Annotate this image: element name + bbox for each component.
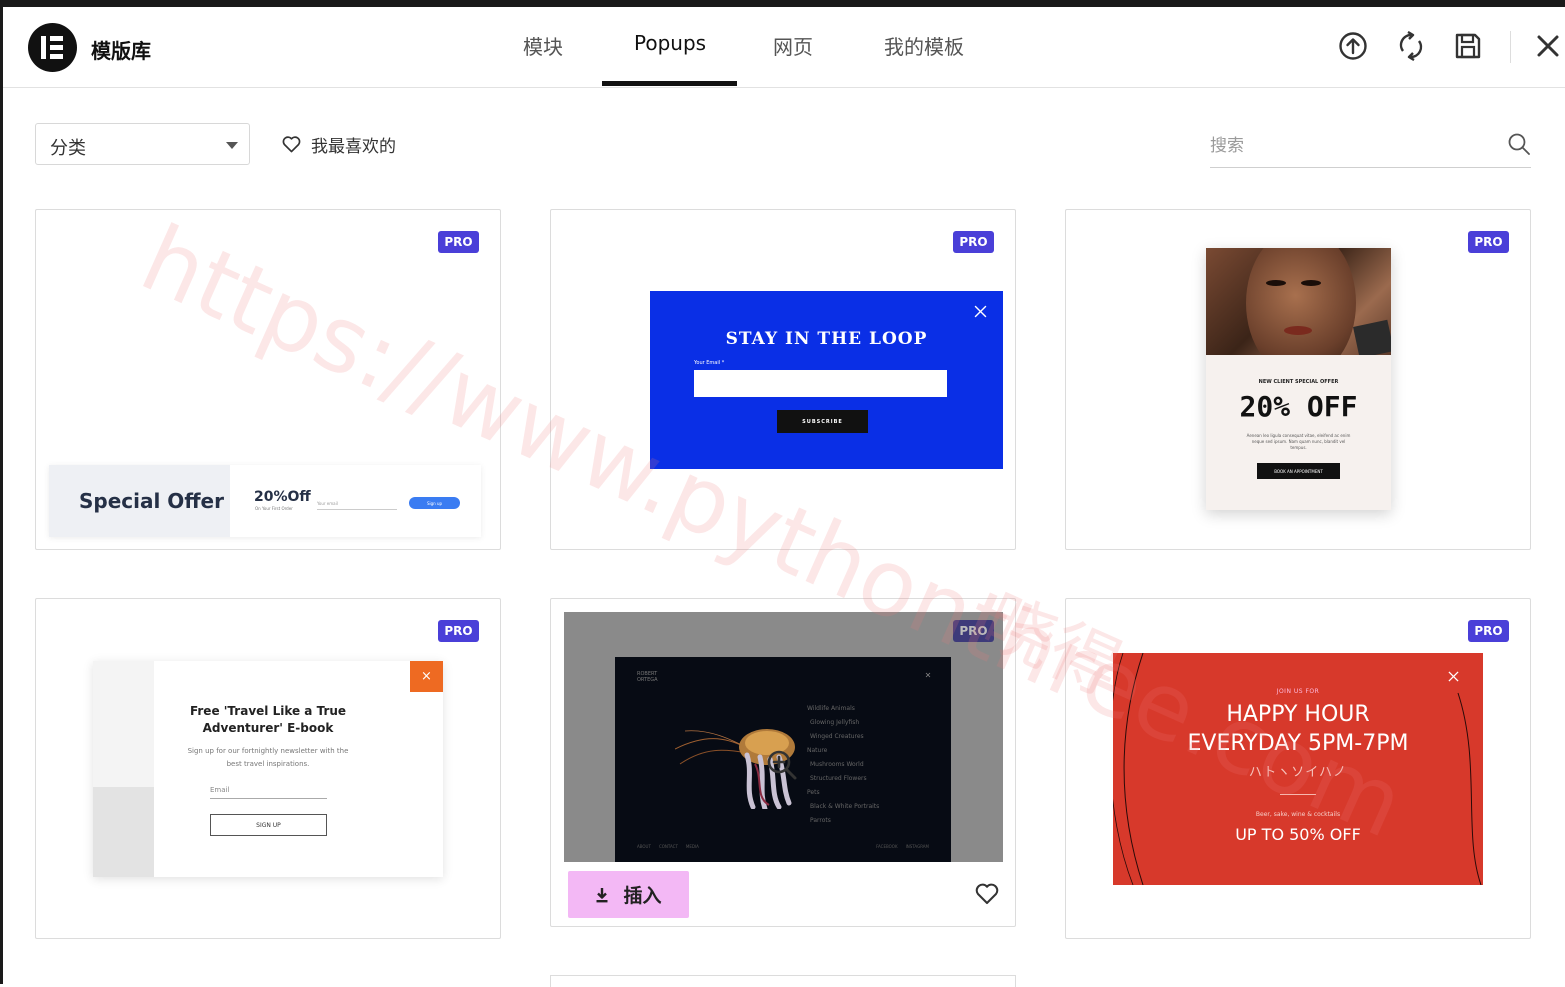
window-left-border	[0, 7, 3, 984]
chevron-down-icon	[226, 142, 238, 149]
template-card-special-offer[interactable]: PRO Special Offer 20%Off On Your First O…	[35, 209, 501, 550]
preview-menu: Wildlife Animals Glowing Jellyfish Winge…	[807, 705, 880, 824]
preview-footer-right: FACEBOOK INSTAGRAM	[876, 844, 929, 849]
favorites-filter[interactable]: 我最喜欢的	[282, 132, 396, 157]
preview-sub: Beer, sake, wine & cocktails	[1255, 811, 1341, 818]
preview-button: SIGN UP	[210, 814, 327, 836]
download-icon	[596, 887, 608, 902]
upload-icon[interactable]	[1336, 29, 1370, 63]
tab-my-templates[interactable]: 我的模板	[884, 31, 964, 60]
library-title: 模版库	[91, 39, 151, 63]
elementor-logo-icon	[28, 23, 77, 72]
portrait-image	[1206, 248, 1391, 355]
pro-badge: PRO	[1468, 620, 1509, 642]
preview-offer: UP TO 50% OFF	[1235, 825, 1361, 844]
preview-title: 20% OFF	[1239, 390, 1358, 423]
preview-kicker: NEW CLIENT SPECIAL OFFER	[1258, 379, 1339, 385]
pro-badge: PRO	[438, 620, 479, 642]
active-tab-indicator	[602, 81, 737, 86]
preview-discount: 20%Off	[254, 489, 311, 505]
save-icon[interactable]	[1451, 29, 1485, 63]
red-popup-preview: JOIN US FOR HAPPY HOUR EVERYDAY 5PM-7PM …	[1113, 653, 1483, 885]
tab-blocks[interactable]: 模块	[523, 31, 563, 60]
preview-body: Aenean leo ligula consequat vitae, eleif…	[1246, 433, 1351, 450]
close-icon	[974, 305, 987, 318]
preview-brand: ROBERT ORTEGA	[637, 671, 658, 683]
sync-icon[interactable]	[1394, 29, 1428, 63]
search-icon[interactable]	[1507, 132, 1531, 156]
insert-label: 插入	[623, 885, 662, 907]
tab-popups[interactable]: Popups	[634, 31, 706, 55]
zoom-in-icon[interactable]	[766, 749, 798, 781]
blue-popup-preview: STAY IN THE LOOP Your Email * SUBSCRIBE	[650, 291, 1003, 469]
favorites-label: 我最喜欢的	[311, 136, 396, 157]
dark-gallery-preview: PRO ROBERT ORTEGA Wildlife Animals Glowi…	[564, 612, 1003, 862]
close-icon	[1448, 671, 1459, 682]
preview-input-hint: Your email	[317, 501, 338, 506]
search-box	[1210, 126, 1531, 168]
pro-badge: PRO	[953, 231, 994, 253]
template-card-happy-hour[interactable]: PRO JOIN US FOR HAPPY HOUR EVERYDAY 5PM-…	[1065, 598, 1531, 939]
pro-badge: PRO	[953, 620, 994, 642]
special-offer-preview: Special Offer 20%Off On Your First Order…	[49, 465, 481, 537]
preview-footer-left: ABOUT CONTACT MEDIA	[637, 844, 699, 849]
library-header: 模版库 模块 Popups 网页 我的模板	[3, 7, 1565, 88]
category-select[interactable]: 分类	[35, 123, 250, 165]
search-input[interactable]	[1210, 132, 1490, 160]
preview-title-line1: HAPPY HOUR	[1226, 702, 1370, 727]
pro-badge: PRO	[438, 231, 479, 253]
template-card-robert-ortega[interactable]: PRO ROBERT ORTEGA Wildlife Animals Glowi…	[550, 598, 1016, 927]
template-card-partial[interactable]	[550, 975, 1016, 987]
preview-kicker: JOIN US FOR	[1276, 688, 1320, 695]
tab-pages[interactable]: 网页	[773, 31, 813, 60]
close-icon[interactable]	[1531, 29, 1565, 63]
category-select-value: 分类	[50, 138, 86, 159]
window-top-bar	[0, 0, 1565, 7]
heart-icon	[282, 135, 301, 152]
preview-button: SUBSCRIBE	[777, 410, 868, 433]
template-card-20-off[interactable]: PRO NEW CLIENT SPECIAL OFFER 20% OFF Aen…	[1065, 209, 1531, 550]
template-card-travel-ebook[interactable]: PRO × Free 'Travel Like a True Adventure…	[35, 598, 501, 939]
preview-title: Free 'Travel Like a True Adventurer' E-b…	[189, 704, 347, 735]
insert-button[interactable]: 插入	[568, 871, 689, 918]
preview-field-label: Email	[210, 786, 230, 794]
preview-title-line2: EVERYDAY 5PM-7PM	[1187, 731, 1409, 756]
ebook-popup-preview: × Free 'Travel Like a True Adventurer' E…	[93, 661, 443, 877]
beauty-popup-preview: NEW CLIENT SPECIAL OFFER 20% OFF Aenean …	[1206, 248, 1391, 510]
template-card-stay-in-loop[interactable]: PRO STAY IN THE LOOP Your Email * SUBSCR…	[550, 209, 1016, 550]
header-divider	[1510, 31, 1511, 63]
preview-sub: On Your First Order	[255, 506, 293, 511]
preview-script: ハトヽソイハノ	[1248, 765, 1348, 780]
close-icon: ×	[410, 661, 443, 692]
preview-title: Special Offer	[79, 489, 224, 513]
pro-badge: PRO	[1468, 231, 1509, 253]
preview-title: STAY IN THE LOOP	[725, 329, 928, 349]
preview-body: Sign up for our fortnightly newsletter w…	[187, 747, 349, 768]
preview-button: BOOK AN APPOINTMENT	[1257, 463, 1340, 479]
preview-button: Sign up	[409, 497, 460, 509]
jellyfish-image	[674, 719, 825, 812]
heart-icon[interactable]	[975, 883, 999, 905]
preview-field-label: Your Email *	[694, 360, 725, 366]
